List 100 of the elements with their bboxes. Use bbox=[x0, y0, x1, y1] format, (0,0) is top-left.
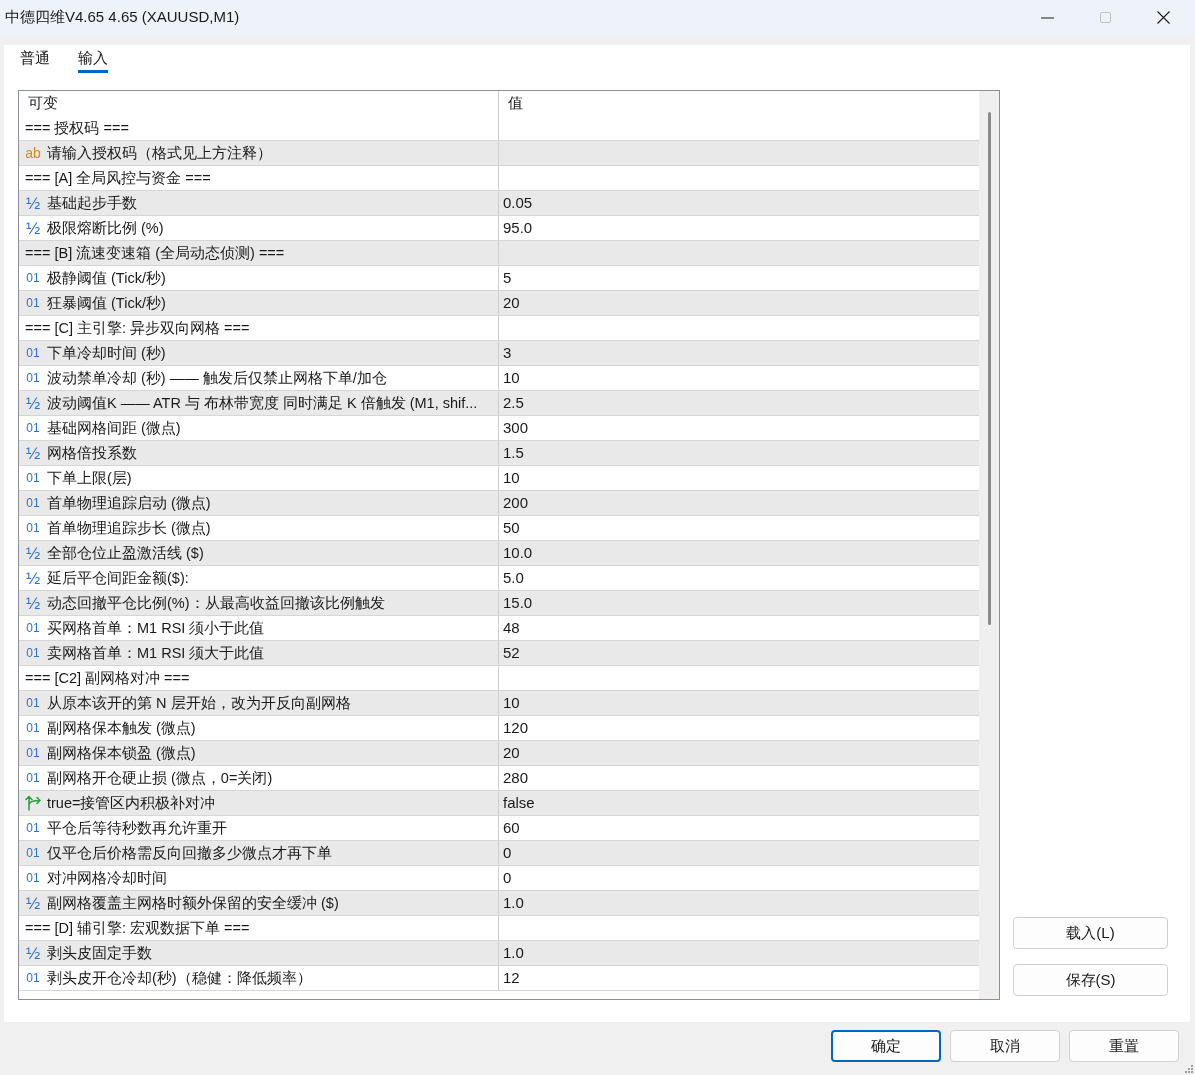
table-row[interactable]: === 授权码 === bbox=[19, 116, 979, 141]
type-label: ab bbox=[25, 146, 41, 160]
parameter-name: 副网格覆盖主网格时额外保留的安全缓冲 ($) bbox=[47, 894, 339, 913]
table-row[interactable]: === [B] 流速变速箱 (全局动态侦测) === bbox=[19, 241, 979, 266]
parameter-name: 下单上限(层) bbox=[47, 469, 132, 488]
close-icon bbox=[1156, 11, 1170, 24]
table-row[interactable]: 01 卖网格首单：M1 RSI 须大于此值 52 bbox=[19, 641, 979, 666]
table-row[interactable]: ab 请输入授权码（格式见上方注释） bbox=[19, 141, 979, 166]
parameter-value: 10.0 bbox=[503, 543, 533, 563]
parameter-name: 基础网格间距 (微点) bbox=[47, 419, 181, 438]
type-label: 01 bbox=[26, 822, 40, 834]
table-row[interactable]: 01 仅平仓后价格需反向回撤多少微点才再下单 0 bbox=[19, 841, 979, 866]
table-row[interactable]: ½ 网格倍投系数 1.5 bbox=[19, 441, 979, 466]
minimize-icon bbox=[1040, 16, 1054, 19]
parameter-name: 买网格首单：M1 RSI 须小于此值 bbox=[47, 619, 265, 638]
table-row[interactable]: 01 狂暴阈值 (Tick/秒) 20 bbox=[19, 291, 979, 316]
table-row[interactable]: === [C] 主引擎: 异步双向网格 === bbox=[19, 316, 979, 341]
dialog-button[interactable]: 确定 bbox=[831, 1030, 941, 1062]
table-row[interactable]: 01 副网格保本触发 (微点) 120 bbox=[19, 716, 979, 741]
maximize-icon bbox=[1099, 12, 1111, 23]
parameter-name: === [C] 主引擎: 异步双向网格 === bbox=[25, 319, 250, 338]
table-row[interactable]: === [D] 辅引擎: 宏观数据下单 === bbox=[19, 916, 979, 941]
table-row[interactable]: ½ 基础起步手数 0.05 bbox=[19, 191, 979, 216]
parameter-name: === 授权码 === bbox=[25, 119, 129, 138]
parameter-name: 波动禁单冷却 (秒) —— 触发后仅禁止网格下单/加仓 bbox=[47, 369, 387, 388]
parameter-value: 3 bbox=[503, 343, 512, 363]
type-label: 01 bbox=[26, 272, 40, 284]
parameter-value: 20 bbox=[503, 293, 520, 313]
tab[interactable]: 普通 bbox=[20, 47, 50, 73]
table-row[interactable]: ½ 剥头皮固定手数 1.0 bbox=[19, 941, 979, 966]
table-row[interactable]: 01 下单上限(层) 10 bbox=[19, 466, 979, 491]
table-row[interactable]: ½ 延后平仓间距金额($): 5.0 bbox=[19, 566, 979, 591]
type-label: 01 bbox=[26, 522, 40, 534]
parameter-name: 请输入授权码（格式见上方注释） bbox=[47, 144, 272, 163]
table-row[interactable]: 01 波动禁单冷却 (秒) —— 触发后仅禁止网格下单/加仓 10 bbox=[19, 366, 979, 391]
parameter-value: 15.0 bbox=[503, 593, 533, 613]
table-row[interactable]: 01 首单物理追踪启动 (微点) 200 bbox=[19, 491, 979, 516]
parameter-value: 200 bbox=[503, 493, 529, 513]
parameter-name: 副网格保本锁盈 (微点) bbox=[47, 744, 196, 763]
parameter-name: 波动阈值K —— ATR 与 布林带宽度 同时满足 K 倍触发 (M1, shif... bbox=[47, 394, 478, 413]
parameter-name: 基础起步手数 bbox=[47, 194, 137, 213]
dialog-button[interactable]: 取消 bbox=[950, 1030, 1060, 1062]
table-row[interactable]: 01 买网格首单：M1 RSI 须小于此值 48 bbox=[19, 616, 979, 641]
table-row[interactable]: ½ 极限熔断比例 (%) 95.0 bbox=[19, 216, 979, 241]
type-label: 01 bbox=[26, 347, 40, 359]
type-label: ½ bbox=[25, 219, 41, 237]
table-row[interactable]: ½ 波动阈值K —— ATR 与 布林带宽度 同时满足 K 倍触发 (M1, shif... 2.5 bbox=[19, 391, 979, 416]
dialog-button[interactable]: 重置 bbox=[1069, 1030, 1179, 1062]
parameter-name: 网格倍投系数 bbox=[47, 444, 137, 463]
type-label: 01 bbox=[26, 622, 40, 634]
type-label: 01 bbox=[26, 422, 40, 434]
table-row[interactable]: === [C2] 副网格对冲 === bbox=[19, 666, 979, 691]
tab[interactable]: 输入 bbox=[78, 47, 108, 73]
side-button[interactable]: 载入(L) bbox=[1013, 917, 1168, 949]
type-label: ½ bbox=[25, 944, 41, 962]
resize-grip-icon bbox=[1185, 1065, 1193, 1073]
table-row[interactable]: ½ 全部仓位止盈激活线 ($) 10.0 bbox=[19, 541, 979, 566]
parameter-value: 1.0 bbox=[503, 893, 524, 913]
parameter-name: 下单冷却时间 (秒) bbox=[47, 344, 166, 363]
table-row[interactable]: 01 副网格开仓硬止损 (微点，0=关闭) 280 bbox=[19, 766, 979, 791]
window-title: 中德四维V4.65 4.65 (XAUUSD,M1) bbox=[4, 7, 240, 28]
table-row[interactable]: 01 副网格保本锁盈 (微点) 20 bbox=[19, 741, 979, 766]
parameter-value: false bbox=[503, 793, 535, 813]
parameter-name: 从原本该开的第 N 层开始，改为开反向副网格 bbox=[47, 694, 351, 713]
parameter-name: 副网格保本触发 (微点) bbox=[47, 719, 196, 738]
table-row[interactable]: ½ 副网格覆盖主网格时额外保留的安全缓冲 ($) 1.0 bbox=[19, 891, 979, 916]
type-label: 01 bbox=[26, 697, 40, 709]
table-row[interactable]: 01 极静阈值 (Tick/秒) 5 bbox=[19, 266, 979, 291]
table-row[interactable]: true=接管区内积极补对冲 false bbox=[19, 791, 979, 816]
scrollbar-thumb[interactable] bbox=[987, 112, 991, 625]
parameter-value: 10 bbox=[503, 368, 520, 388]
column-header[interactable]: 可变 bbox=[28, 92, 58, 115]
branch-arrow-icon bbox=[25, 795, 41, 811]
table-row[interactable]: === [A] 全局风控与资金 === bbox=[19, 166, 979, 191]
table-row[interactable]: 01 平仓后等待秒数再允许重开 60 bbox=[19, 816, 979, 841]
table-row[interactable]: ½ 动态回撤平仓比例(%)：从最高收益回撤该比例触发 15.0 bbox=[19, 591, 979, 616]
type-label: 01 bbox=[26, 872, 40, 884]
type-label: ½ bbox=[25, 569, 41, 587]
parameter-name: 副网格开仓硬止损 (微点，0=关闭) bbox=[47, 769, 273, 788]
parameter-value: 60 bbox=[503, 818, 520, 838]
parameter-value: 1.5 bbox=[503, 443, 524, 463]
parameter-name: === [B] 流速变速箱 (全局动态侦测) === bbox=[25, 244, 285, 263]
parameter-name: 卖网格首单：M1 RSI 须大于此值 bbox=[47, 644, 265, 663]
parameter-value: 10 bbox=[503, 693, 520, 713]
table-row[interactable]: 01 下单冷却时间 (秒) 3 bbox=[19, 341, 979, 366]
parameter-value: 95.0 bbox=[503, 218, 533, 238]
type-label: ½ bbox=[25, 894, 41, 912]
table-row[interactable]: 01 从原本该开的第 N 层开始，改为开反向副网格 10 bbox=[19, 691, 979, 716]
column-header[interactable]: 值 bbox=[508, 92, 523, 115]
table-row[interactable]: 01 对冲网格冷却时间 0 bbox=[19, 866, 979, 891]
parameter-name: 延后平仓间距金额($): bbox=[47, 569, 189, 588]
table-row[interactable]: 01 基础网格间距 (微点) 300 bbox=[19, 416, 979, 441]
table-row[interactable]: 01 剥头皮开仓冷却(秒)（稳健：降低频率） 12 bbox=[19, 966, 979, 991]
parameter-name: 剥头皮开仓冷却(秒)（稳健：降低频率） bbox=[47, 969, 312, 988]
type-label: 01 bbox=[26, 747, 40, 759]
type-label: 01 bbox=[26, 972, 40, 984]
parameter-value: 2.5 bbox=[503, 393, 524, 413]
parameter-value: 120 bbox=[503, 718, 529, 738]
table-row[interactable]: 01 首单物理追踪步长 (微点) 50 bbox=[19, 516, 979, 541]
side-button[interactable]: 保存(S) bbox=[1013, 964, 1168, 996]
